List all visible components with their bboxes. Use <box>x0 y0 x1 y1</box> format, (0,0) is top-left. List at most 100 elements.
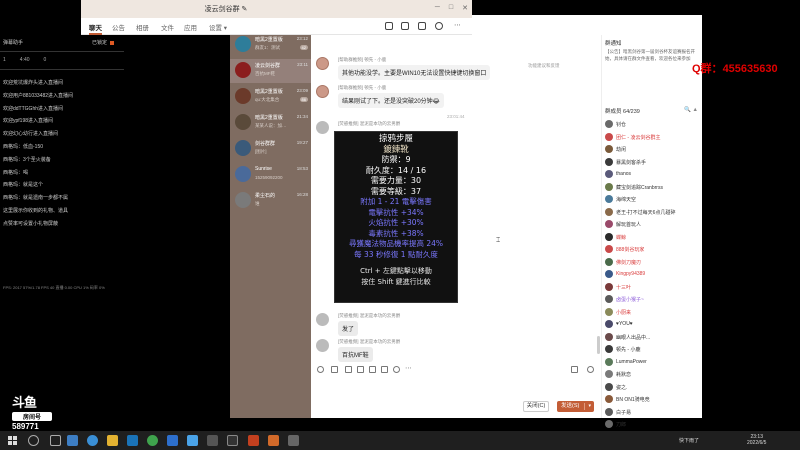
image-icon[interactable] <box>369 366 376 373</box>
expand-icon[interactable] <box>571 366 578 373</box>
member-item[interactable]: 藏宝剑追踪Cranbrrss <box>605 181 700 194</box>
member-item[interactable]: Kingpy94389 <box>605 268 700 281</box>
qq-label: Q群： <box>692 63 723 75</box>
member-item[interactable]: 刀郎 <box>605 418 700 431</box>
member-item[interactable]: 888剑谷玩家 <box>605 243 700 256</box>
close-window-button[interactable]: ✕ <box>462 4 468 12</box>
member-item[interactable]: BN ON1骑电竞 <box>605 393 700 406</box>
member-item[interactable]: 白子易 <box>605 406 700 419</box>
file-explorer-icon[interactable] <box>107 435 118 446</box>
member-item[interactable]: 耗默恋 <box>605 368 700 381</box>
taskbar-app-icon[interactable] <box>227 435 238 446</box>
item-stat-line: 每 33 秒修復 1 點耐久度 <box>354 249 438 259</box>
overlay-lock-status[interactable]: 已锁定 <box>92 39 115 46</box>
taskbar-app-icon[interactable] <box>288 435 299 446</box>
member-search-icon[interactable]: 🔍 ▲ <box>684 107 698 113</box>
conversation-item[interactable]: 暗黑2重置版 23:09 qu:大北集合 86 <box>230 85 311 109</box>
qq-app-icon[interactable] <box>207 435 218 446</box>
feedback-link[interactable]: 功能建议和反馈 <box>528 63 560 69</box>
conversation-item[interactable]: 剑谷群群 19:27 [图片] <box>230 137 311 161</box>
search-icon[interactable] <box>28 435 39 446</box>
member-item[interactable]: 海绵天空 <box>605 193 700 206</box>
tab-4[interactable]: 应用 <box>184 22 197 32</box>
member-item[interactable]: 钊仓 <box>605 118 700 131</box>
member-item[interactable]: ♥YOU♥ <box>605 318 700 331</box>
avatar[interactable] <box>316 313 329 326</box>
member-item[interactable]: 姿之. <box>605 381 700 394</box>
edge-icon[interactable] <box>87 435 98 446</box>
windows-start-icon[interactable] <box>8 436 17 445</box>
window-titlebar[interactable]: 凌云剑谷群 ✎ ─ □ ✕ <box>81 0 472 18</box>
stream-icon[interactable] <box>268 435 279 446</box>
task-view-icon[interactable] <box>50 435 61 446</box>
store-icon[interactable] <box>127 435 138 446</box>
member-item[interactable]: 小厨来 <box>605 306 700 319</box>
folder-icon[interactable] <box>357 366 364 373</box>
notice-title[interactable]: 群通知 <box>605 39 622 47</box>
member-item[interactable]: 暴黑剑客杀手 <box>605 156 700 169</box>
member-item[interactable]: 劫闲 <box>605 143 700 156</box>
member-name: 海绵天空 <box>616 197 637 203</box>
avatar[interactable] <box>316 57 329 70</box>
emoji-icon[interactable] <box>317 366 324 373</box>
add-member-icon[interactable] <box>435 22 443 30</box>
phone-icon[interactable] <box>385 22 393 30</box>
item-stat-line: 火焰抗性 +30% <box>368 218 424 227</box>
edit-icon[interactable]: ✎ <box>242 6 248 13</box>
danmu-line: 欢迎荒坑爆炸头进入直播间 <box>3 80 64 86</box>
member-item[interactable]: 佛剑刀魔刃 <box>605 256 700 269</box>
maximize-button[interactable]: □ <box>449 4 453 12</box>
member-item[interactable]: 顿先 - 小鹿 <box>605 343 700 356</box>
video-icon[interactable] <box>401 22 409 30</box>
game-icon[interactable] <box>248 435 259 446</box>
avatar[interactable] <box>316 339 329 352</box>
member-item[interactable]: 卤蛋小猴子~ <box>605 293 700 306</box>
screen-share-icon[interactable] <box>418 22 426 30</box>
conversation-item[interactable]: 凌云剑谷群 23:11 百抗MF鞋 <box>230 59 311 83</box>
messenger-icon[interactable] <box>187 435 198 446</box>
send-button[interactable]: 发送(S) ▾ <box>557 401 594 412</box>
tab-2[interactable]: 相册 <box>136 22 149 32</box>
qq-browser-icon[interactable] <box>167 435 178 446</box>
conversation-item[interactable]: 柔尘石的 16:28 谁 <box>230 189 311 213</box>
document-icon[interactable] <box>381 366 388 373</box>
member-item[interactable]: 十三叶 <box>605 281 700 294</box>
member-item[interactable]: 蝶鲸 <box>605 231 700 244</box>
member-item[interactable]: 幽眼人出品中... <box>605 331 700 344</box>
avatar[interactable] <box>316 121 329 134</box>
conversation-item[interactable]: 暗黑2重置版 21:34 某某人说：加… <box>230 111 311 135</box>
taskbar-app-icon[interactable] <box>67 435 78 446</box>
screenshot-icon[interactable] <box>345 366 352 373</box>
minimize-button[interactable]: ─ <box>435 4 440 12</box>
chat-scrollbar[interactable] <box>597 336 600 354</box>
chrome-icon[interactable] <box>147 435 158 446</box>
item-tooltip-image[interactable]: 掠鸦步履 鍍鍊靴 防禦：9 耐久度：14 / 16 需要力量：30 需要等級：37 附加 1… <box>334 131 458 303</box>
tab-0[interactable]: 聊天 <box>89 22 102 35</box>
more-tools-icon[interactable]: ⋯ <box>405 364 412 372</box>
input-toolbar: ⋯ <box>311 364 601 376</box>
more-icon[interactable]: ⋯ <box>454 21 461 29</box>
avatar[interactable] <box>316 85 329 98</box>
conversation-item[interactable]: Sunrise 18:53 15259092200 <box>230 163 311 187</box>
member-item[interactable]: 解玩首玩人 <box>605 218 700 231</box>
member-name: BN ON1骑电竞 <box>616 397 650 403</box>
tab-5[interactable]: 设置 ▾ <box>209 22 227 32</box>
system-clock[interactable]: 23:13 2022/6/5 <box>747 434 766 446</box>
weather-tray[interactable]: 快下雨了 <box>679 437 699 444</box>
tab-3[interactable]: 文件 <box>161 22 174 32</box>
chevron-down-icon[interactable]: ▾ <box>588 401 591 412</box>
conversation-item[interactable]: 暗黑2重置版 23:12 群友1：测试 42 <box>230 33 311 57</box>
member-item[interactable]: 团仁 - 凌云剑谷群主 <box>605 131 700 144</box>
history-icon[interactable] <box>587 366 594 373</box>
gif-icon[interactable] <box>331 366 338 373</box>
danmu-line: 西格玛：就是这个 <box>3 182 44 189</box>
overlay-footer: FPS: 2017 57%/1.78 FPS 40 直播 0.00 CPU 1%… <box>3 285 105 290</box>
member-item[interactable]: 老王-打不过每天6点几碰碎 <box>605 206 700 219</box>
tab-1[interactable]: 公告 <box>112 22 125 32</box>
mic-icon[interactable] <box>393 366 400 373</box>
close-button[interactable]: 关闭(C) <box>523 401 549 412</box>
member-item[interactable]: LummaPower <box>605 356 700 369</box>
danmu-overlay: 弹幕助手 已锁定 1 4:40 0 欢迎荒坑爆炸头进入直播间 欢迎用户881033… <box>0 35 124 290</box>
overlay-title: 弹幕助手 <box>3 40 24 46</box>
member-item[interactable]: thanos <box>605 168 700 181</box>
